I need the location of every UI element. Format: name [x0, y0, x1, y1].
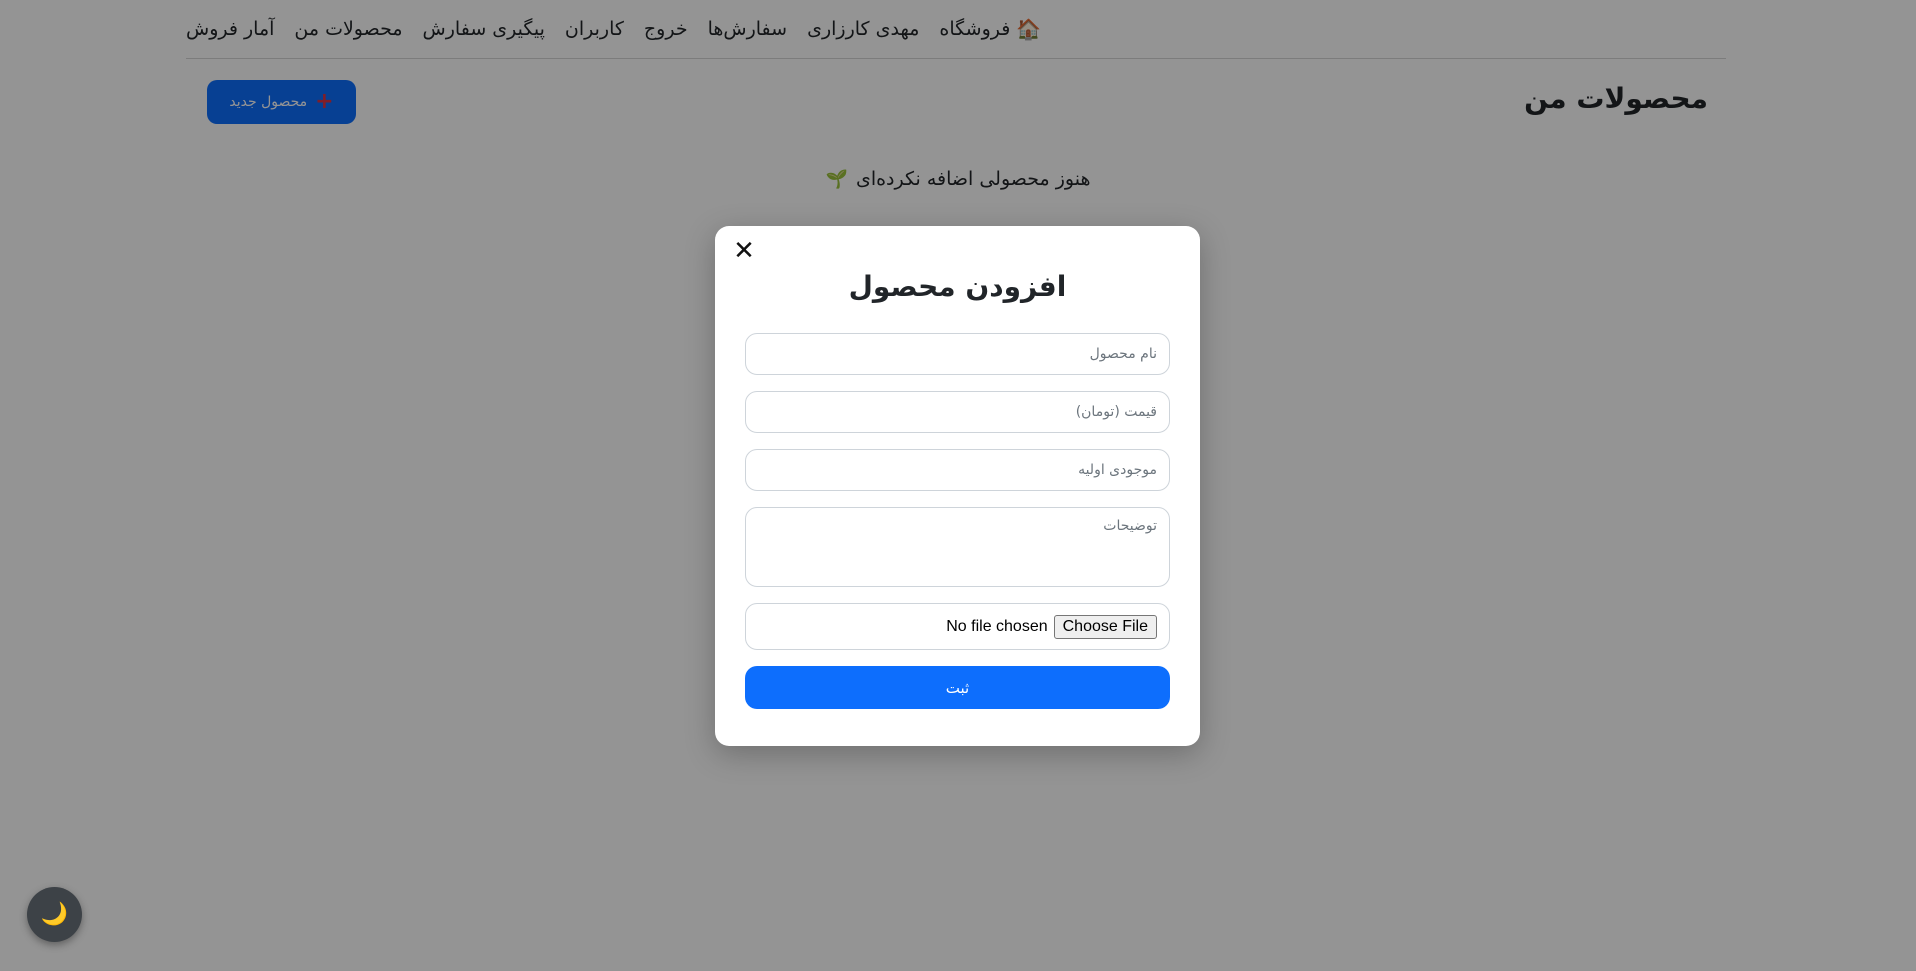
file-status-text: No file chosen — [946, 617, 1048, 635]
modal-title: افزودن محصول — [848, 270, 1067, 303]
submit-button[interactable]: ثبت — [745, 666, 1170, 709]
choose-file-button[interactable]: Choose File — [1053, 614, 1157, 639]
page: 🏠 فروشگاه مهدی کارزاری سفارش‌ها خروج کار… — [0, 0, 1916, 971]
moon-icon[interactable]: 🌙 — [27, 887, 82, 942]
price-input[interactable] — [745, 391, 1170, 433]
add-product-modal: ✕ افزودن محصول Choose File No file chose… — [715, 226, 1200, 746]
description-textarea[interactable] — [745, 507, 1170, 587]
stock-input[interactable] — [745, 449, 1170, 491]
close-icon[interactable]: ✕ — [729, 236, 759, 266]
product-name-input[interactable] — [745, 333, 1170, 375]
image-file-input[interactable]: Choose File No file chosen — [745, 603, 1170, 650]
